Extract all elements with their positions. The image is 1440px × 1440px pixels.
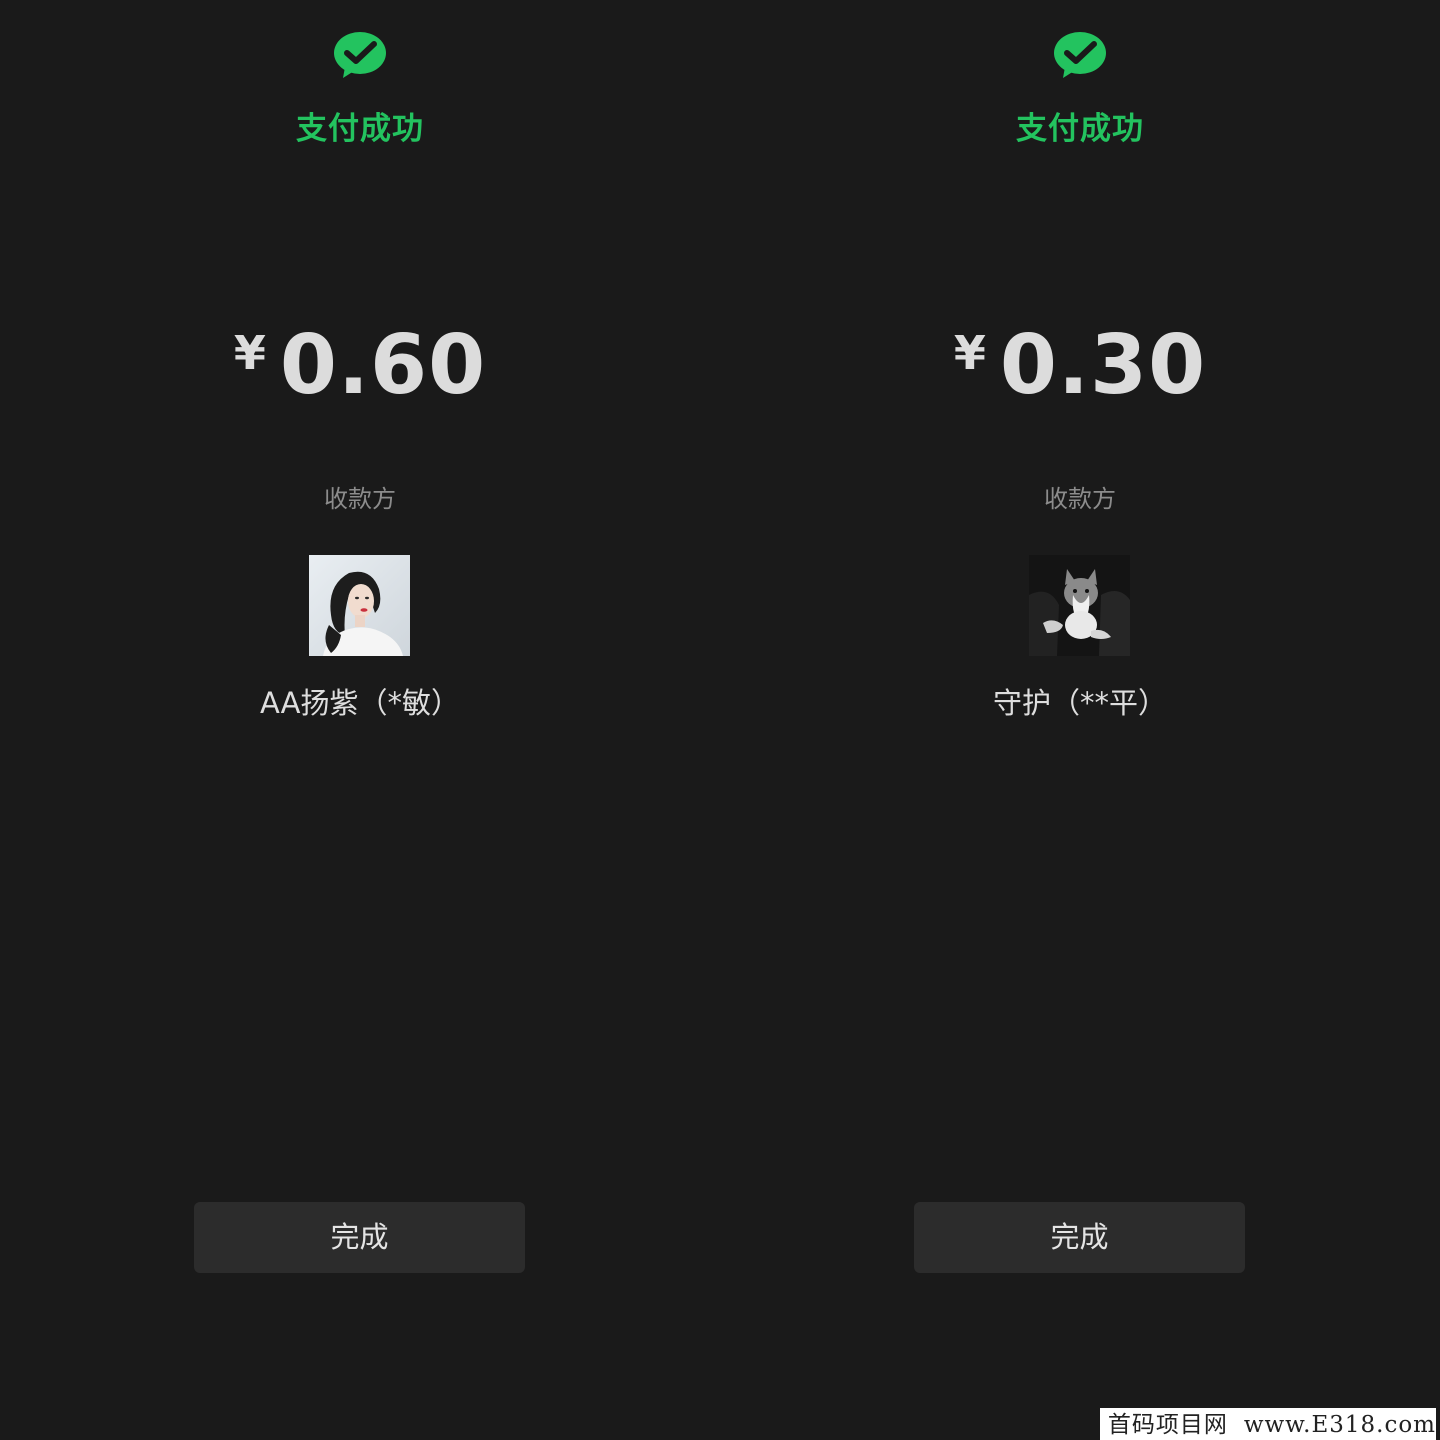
done-button[interactable]: 完成 [194,1202,525,1273]
payee-avatar [309,555,410,656]
payment-amount: ¥0.60 [0,318,720,413]
site-watermark: 首码项目网 www.E318.com [1099,1408,1436,1440]
amount-value: 0.60 [279,318,487,413]
wechat-pay-check-icon [1053,31,1107,81]
payment-screen-right: 支付成功 ¥0.30 收款方 守护（**平） 完成 [720,0,1440,1440]
payee-name: AA扬紫（*敏） [260,686,460,720]
wechat-pay-check-icon [333,31,387,81]
payee-avatar [1029,555,1130,656]
payment-success-title: 支付成功 [1016,111,1144,147]
amount-value: 0.30 [999,318,1207,413]
payment-amount: ¥0.30 [720,318,1440,413]
watermark-name: 首码项目网 [1107,1412,1228,1438]
payment-result-comparison: 支付成功 ¥0.60 收款方 AA扬紫（*敏） 完成 支付成功 ¥ 0.30 收… [0,0,1440,1440]
done-button[interactable]: 完成 [914,1202,1245,1273]
payee-label: 收款方 [324,485,396,513]
currency-symbol: ¥ [953,326,986,380]
payment-success-title: 支付成功 [296,111,424,147]
payment-screen-left: 支付成功 ¥0.60 收款方 AA扬紫（*敏） 完成 [0,0,720,1440]
payee-label: 收款方 [1044,485,1116,513]
watermark-site: www.E318.com [1243,1412,1436,1438]
currency-symbol: ¥ [233,326,266,380]
payee-name: 守护（**平） [992,686,1167,720]
